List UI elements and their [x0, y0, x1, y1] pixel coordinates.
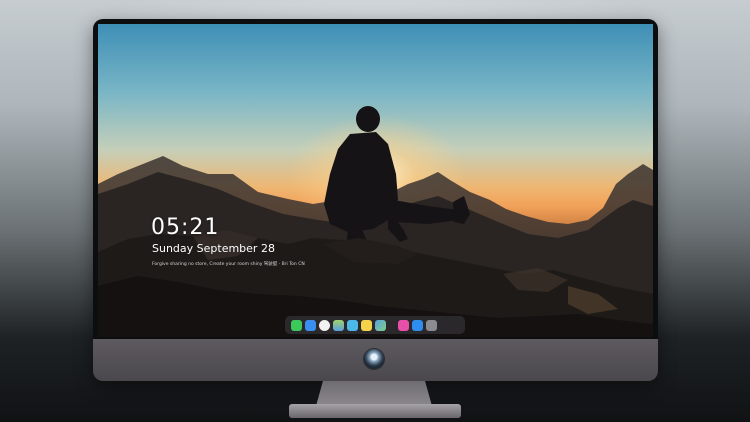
monitor-stand-base	[289, 404, 461, 418]
wallpaper-landscape	[98, 106, 653, 337]
safari-icon[interactable]	[319, 319, 330, 331]
lock-clock: 05:21	[151, 215, 220, 240]
dock	[285, 316, 465, 334]
mail-icon[interactable]	[305, 319, 316, 331]
brand-logo-icon	[364, 349, 384, 369]
itunes-icon[interactable]	[398, 319, 409, 331]
monitor-stand-neck	[316, 381, 432, 406]
appstore-icon[interactable]	[412, 319, 423, 331]
camera-icon[interactable]	[426, 319, 437, 331]
photos-icon[interactable]	[375, 319, 386, 331]
files-icon[interactable]	[333, 319, 344, 331]
lock-quote: Forgive sharing no store, Create your ro…	[152, 262, 305, 267]
messages-icon[interactable]	[291, 319, 302, 331]
video-icon[interactable]	[347, 319, 358, 331]
lock-date: Sunday September 28	[152, 242, 275, 255]
lock-screen[interactable]: 05:21 Sunday September 28 Forgive sharin…	[98, 24, 653, 337]
notes-icon[interactable]	[361, 319, 372, 331]
monitor: 05:21 Sunday September 28 Forgive sharin…	[93, 19, 658, 381]
monitor-chin	[93, 339, 658, 381]
